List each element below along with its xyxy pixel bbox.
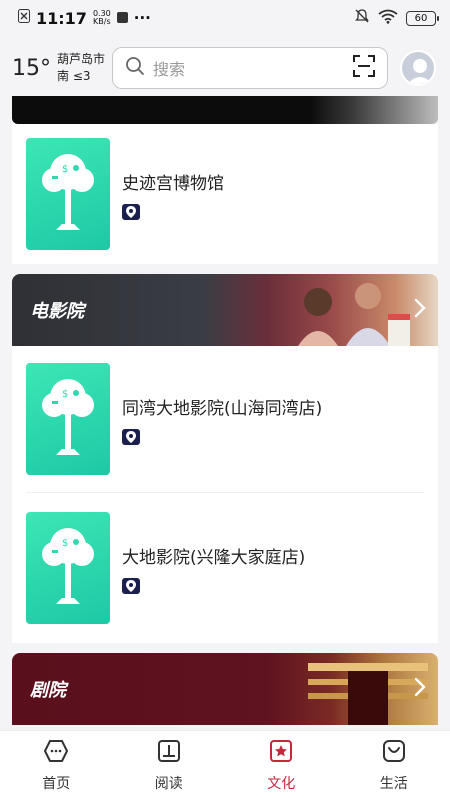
mute-icon: [354, 8, 370, 28]
nav-label: 阅读: [154, 775, 183, 792]
list-item[interactable]: $ 大地影院(兴隆大家庭店): [12, 493, 438, 643]
venue-name: 大地影院(兴隆大家庭店): [122, 547, 306, 568]
nav-home[interactable]: 首页: [0, 731, 113, 800]
nav-label: 首页: [42, 775, 71, 792]
weather-widget[interactable]: 15° 葫芦岛市 南 ≤3: [12, 51, 112, 85]
book-icon: [157, 739, 181, 767]
culture-feed[interactable]: $ 史迹宫博物馆 电影院 $ 同湾大地影院(山海同湾店) $ 大地影院(兴隆大家…: [12, 96, 438, 730]
nav-reading[interactable]: 阅读: [113, 731, 226, 800]
chevron-right-icon: [414, 677, 426, 701]
status-bar: 11:17 0.30 KB/s ··· 60: [0, 0, 450, 36]
city-name: 葫芦岛市: [57, 52, 106, 66]
cinema-section-banner[interactable]: 电影院: [12, 274, 438, 346]
chevron-right-icon: [414, 298, 426, 322]
home-icon: [43, 739, 69, 767]
scan-icon[interactable]: [353, 55, 375, 81]
app-notification-icon: [116, 9, 128, 27]
nav-label: 生活: [379, 775, 408, 792]
star-box-icon: [269, 739, 293, 767]
wifi-icon: [378, 9, 398, 28]
notification-x-icon: [18, 9, 30, 27]
location-pin-icon[interactable]: [122, 428, 140, 445]
bag-icon: [382, 739, 406, 767]
list-item[interactable]: $ 同湾大地影院(山海同湾店): [12, 346, 438, 492]
temperature: 15°: [12, 55, 51, 81]
network-speed-unit: KB/s: [93, 17, 111, 26]
venue-thumbnail: $: [26, 363, 110, 475]
clock: 11:17: [36, 8, 87, 28]
location-pin-icon[interactable]: [122, 203, 140, 220]
previous-section-banner[interactable]: [12, 96, 438, 124]
network-speed: 0.30 KB/s: [93, 10, 111, 26]
nav-culture[interactable]: 文化: [225, 731, 338, 800]
search-bar[interactable]: 搜索: [112, 47, 388, 89]
venue-thumbnail: $: [26, 138, 110, 250]
battery-indicator: 60: [406, 10, 439, 26]
svg-text:$: $: [62, 164, 68, 175]
svg-text:$: $: [62, 389, 68, 400]
nav-life[interactable]: 生活: [338, 731, 450, 800]
section-title: 电影院: [30, 301, 84, 322]
cinema-list: $ 同湾大地影院(山海同湾店) $ 大地影院(兴隆大家庭店): [12, 346, 438, 643]
search-input[interactable]: 搜索: [153, 56, 345, 80]
nav-label: 文化: [267, 775, 296, 792]
weather-location: 葫芦岛市 南 ≤3: [57, 51, 105, 85]
venue-name: 同湾大地影院(山海同湾店): [122, 398, 323, 419]
location-pin-icon[interactable]: [122, 577, 140, 594]
venue-card-group-1: $ 史迹宫博物馆: [12, 124, 438, 264]
more-notifications: ···: [133, 9, 151, 27]
bottom-nav: 首页 阅读 文化 生活: [0, 730, 450, 800]
svg-text:$: $: [62, 538, 68, 549]
venue-name: 史迹宫博物馆: [122, 173, 224, 194]
section-title: 剧院: [30, 680, 66, 701]
venue-thumbnail: $: [26, 512, 110, 624]
list-item[interactable]: $ 史迹宫博物馆: [12, 124, 438, 264]
cinema-banner-image: [298, 283, 410, 346]
battery-level: 60: [414, 12, 428, 24]
header: 15° 葫芦岛市 南 ≤3 搜索: [0, 40, 450, 96]
theater-section-banner[interactable]: 剧院: [12, 653, 438, 725]
search-icon: [125, 56, 145, 80]
avatar[interactable]: [400, 50, 436, 86]
wind-info: 南 ≤3: [57, 69, 91, 83]
